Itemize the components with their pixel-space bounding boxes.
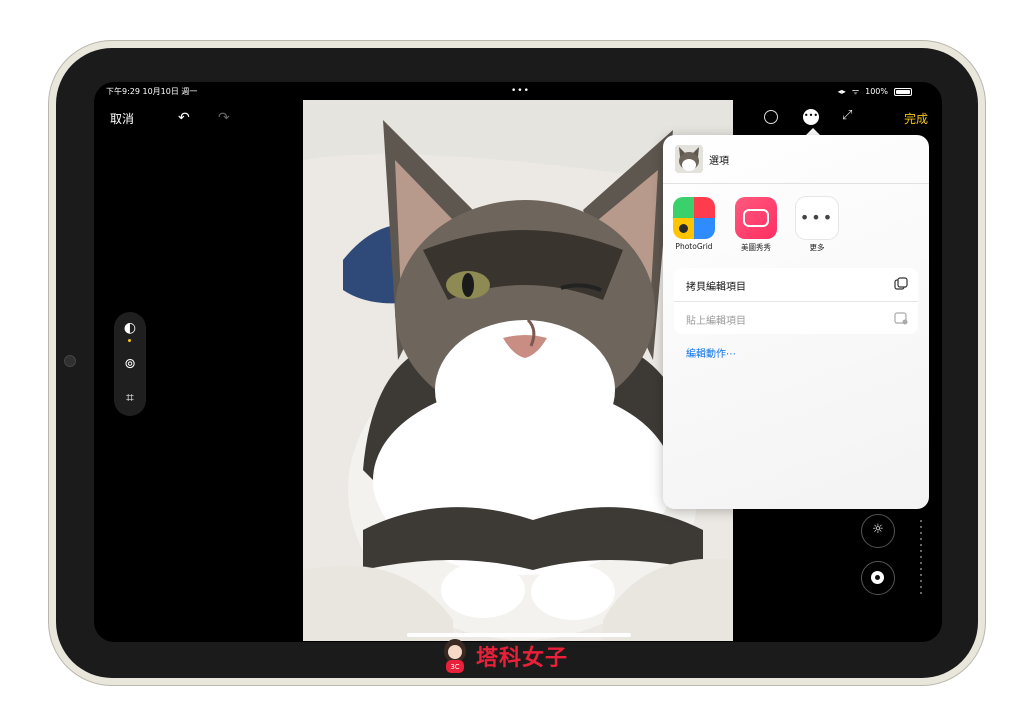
- front-camera: [64, 355, 76, 367]
- app-label: 更多: [809, 243, 825, 252]
- photogrid-app-icon: [673, 197, 715, 239]
- watermark-mascot-logo: 3C: [444, 639, 466, 673]
- more-options-icon[interactable]: •••: [803, 109, 819, 125]
- cancel-button[interactable]: 取消: [110, 110, 134, 127]
- wifi-icon: ᯤ: [851, 87, 860, 96]
- watermark: 3C 塔科女子: [440, 638, 568, 674]
- app-label: PhotoGrid: [675, 242, 713, 251]
- paste-edits-label: 貼上編輯項目: [686, 316, 746, 327]
- battery-percent: 100%: [865, 87, 888, 96]
- popover-title: 選項: [709, 156, 729, 167]
- app-meitu[interactable]: 美圖秀秀: [734, 197, 778, 253]
- redo-icon[interactable]: ↷: [218, 110, 230, 126]
- multitask-dots[interactable]: •••: [511, 86, 530, 96]
- markup-icon[interactable]: [764, 110, 778, 124]
- popover-header: 選項: [663, 135, 929, 184]
- watermark-text: 塔科女子: [476, 646, 569, 671]
- photo-thumbnail: [675, 145, 703, 173]
- copy-edits-label: 拷貝編輯項目: [686, 282, 746, 293]
- copy-edits-icon: [894, 277, 908, 290]
- undo-icon[interactable]: ↶: [178, 110, 190, 126]
- adjust-slider[interactable]: [920, 520, 922, 596]
- meitu-app-icon: [735, 197, 777, 239]
- active-indicator: [128, 339, 131, 342]
- done-button[interactable]: 完成: [904, 110, 928, 127]
- more-apps-icon: •••: [796, 197, 838, 239]
- status-right: ◂▸ ᯤ 100%: [838, 86, 912, 97]
- crop-icon[interactable]: ⌗: [120, 388, 140, 408]
- edits-list: 拷貝編輯項目 貼上編輯項目: [674, 268, 918, 334]
- adjust-dial-icon[interactable]: [861, 561, 895, 595]
- battery-icon: [894, 87, 912, 96]
- app-label: 美圖秀秀: [741, 243, 771, 252]
- paste-edits-row: 貼上編輯項目: [674, 302, 918, 335]
- filters-icon[interactable]: ⊚: [120, 354, 140, 374]
- edit-mode-toolbar: ◐ ⊚ ⌗: [114, 312, 146, 416]
- app-more[interactable]: ••• 更多: [795, 197, 839, 253]
- edit-actions-link[interactable]: 編輯動作⋯: [686, 345, 736, 360]
- signal-icon: ◂▸: [837, 87, 846, 96]
- paste-edits-icon: [894, 312, 908, 325]
- watermark-badge: 3C: [450, 663, 459, 671]
- brightness-icon[interactable]: ☼: [861, 514, 895, 548]
- status-time-date: 下午9:29 10月10日 週一: [106, 87, 198, 96]
- copy-edits-row[interactable]: 拷貝編輯項目: [674, 268, 918, 301]
- home-indicator[interactable]: [407, 633, 631, 637]
- options-popover: 選項 PhotoGrid 美圖秀秀 ••• 更多 拷貝編輯項目 貼上編輯項目 編…: [663, 135, 929, 509]
- adjust-icon[interactable]: ◐: [120, 318, 140, 338]
- app-photogrid[interactable]: PhotoGrid: [672, 197, 716, 251]
- expand-icon[interactable]: ⤢: [842, 108, 852, 123]
